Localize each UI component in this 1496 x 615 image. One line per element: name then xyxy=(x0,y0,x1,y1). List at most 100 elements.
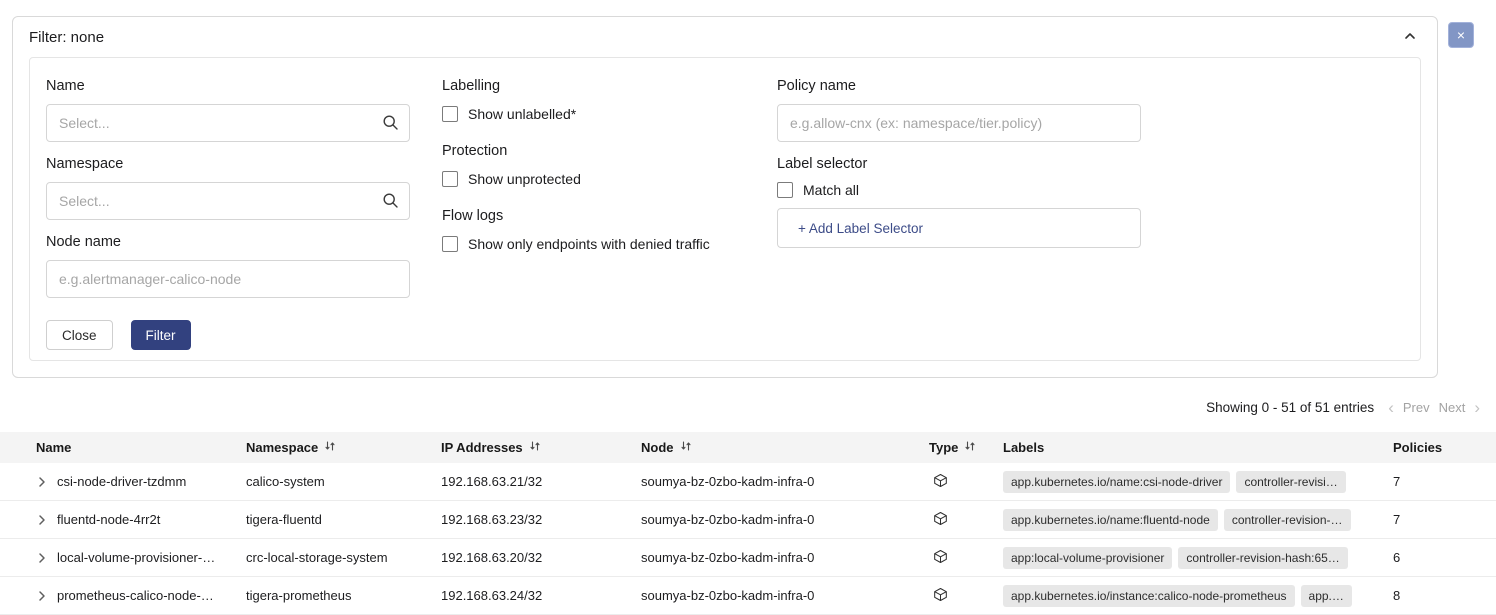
filter-title: Filter: none xyxy=(29,29,104,46)
cell-node: soumya-bz-0zbo-kadm-infra-0 xyxy=(641,474,929,489)
expand-row-icon[interactable] xyxy=(36,552,48,564)
cell-type xyxy=(929,587,1003,605)
collapse-filter-button[interactable] xyxy=(1403,29,1417,46)
expand-row-icon[interactable] xyxy=(36,590,48,602)
filter-actions: Close Filter xyxy=(46,320,410,350)
column-label: Type xyxy=(929,440,958,455)
filter-column-middle: Labelling Show unlabelled* Protection Sh… xyxy=(442,78,782,273)
cell-ip-addresses: 192.168.63.20/32 xyxy=(441,550,641,565)
sort-icon xyxy=(680,440,692,455)
show-unlabelled-label: Show unlabelled* xyxy=(468,106,576,122)
sort-icon xyxy=(324,440,336,455)
add-label-selector-button[interactable]: + Add Label Selector xyxy=(777,208,1141,248)
label-chip: app.kubernetes.io/name:fluentd-node xyxy=(1003,509,1218,531)
close-button[interactable]: Close xyxy=(46,320,113,350)
column-header-name: Name xyxy=(36,440,246,455)
cell-node: soumya-bz-0zbo-kadm-infra-0 xyxy=(641,588,929,603)
cell-name: prometheus-calico-node-… xyxy=(36,588,246,603)
table-row: csi-node-driver-tzdmm calico-system 192.… xyxy=(0,463,1496,501)
cell-namespace: calico-system xyxy=(246,474,441,489)
label-chip: controller-revision-hash:65… xyxy=(1178,547,1347,569)
cell-labels: app.kubernetes.io/name:csi-node-driverco… xyxy=(1003,471,1393,493)
cell-policies: 8 xyxy=(1393,588,1496,603)
node-name-input[interactable] xyxy=(46,260,410,298)
expand-row-icon[interactable] xyxy=(36,476,48,488)
label-chip: controller-revision-… xyxy=(1224,509,1351,531)
expand-row-icon[interactable] xyxy=(36,514,48,526)
show-unlabelled-checkbox[interactable] xyxy=(442,106,458,122)
sort-icon xyxy=(529,440,541,455)
policy-name-input[interactable] xyxy=(777,104,1141,142)
name-label: Name xyxy=(46,78,410,94)
cell-namespace: tigera-prometheus xyxy=(246,588,441,603)
endpoint-name: fluentd-node-4rr2t xyxy=(57,512,160,527)
table-row: local-volume-provisioner-… crc-local-sto… xyxy=(0,539,1496,577)
cell-labels: app.kubernetes.io/instance:calico-node-p… xyxy=(1003,585,1393,607)
label-chip: app.… xyxy=(1301,585,1352,607)
next-button[interactable]: Next xyxy=(1439,400,1466,415)
flow-logs-heading: Flow logs xyxy=(442,208,782,224)
column-header-type[interactable]: Type xyxy=(929,440,1003,455)
label-selector-heading: Label selector xyxy=(777,156,1141,172)
workload-endpoint-icon xyxy=(933,587,948,605)
cell-policies: 7 xyxy=(1393,512,1496,527)
cell-labels: app:local-volume-provisionercontroller-r… xyxy=(1003,547,1393,569)
column-label: Name xyxy=(36,440,71,455)
column-label: Namespace xyxy=(246,440,318,455)
cell-ip-addresses: 192.168.63.21/32 xyxy=(441,474,641,489)
pagination-controls: ‹ Prev Next › xyxy=(1388,399,1480,416)
cell-name: csi-node-driver-tzdmm xyxy=(36,474,246,489)
denied-traffic-checkbox[interactable] xyxy=(442,236,458,252)
match-all-row: Match all xyxy=(777,182,1141,198)
show-unprotected-row: Show unprotected xyxy=(442,171,782,187)
column-header-policies: Policies xyxy=(1393,440,1496,455)
show-unprotected-label: Show unprotected xyxy=(468,171,581,187)
workload-endpoint-icon xyxy=(933,549,948,567)
endpoint-name: csi-node-driver-tzdmm xyxy=(57,474,186,489)
sort-icon xyxy=(964,440,976,455)
column-label: Node xyxy=(641,440,674,455)
protection-heading: Protection xyxy=(442,143,782,159)
chevron-left-icon[interactable]: ‹ xyxy=(1388,399,1394,416)
filter-panel: Filter: none Name Namespace xyxy=(12,16,1438,378)
column-header-ip-addresses[interactable]: IP Addresses xyxy=(441,440,641,455)
close-icon[interactable]: × xyxy=(1448,22,1474,48)
match-all-label: Match all xyxy=(803,182,859,198)
column-label: Labels xyxy=(1003,440,1044,455)
table-body: csi-node-driver-tzdmm calico-system 192.… xyxy=(0,463,1496,615)
policy-name-label: Policy name xyxy=(777,78,1141,94)
match-all-checkbox[interactable] xyxy=(777,182,793,198)
pagination: Showing 0 - 51 of 51 entries ‹ Prev Next… xyxy=(1206,397,1480,417)
column-label: Policies xyxy=(1393,440,1442,455)
filter-button[interactable]: Filter xyxy=(131,320,191,350)
endpoint-name: prometheus-calico-node-… xyxy=(57,588,214,603)
cell-name: local-volume-provisioner-… xyxy=(36,550,246,565)
labelling-heading: Labelling xyxy=(442,78,782,94)
show-unprotected-checkbox[interactable] xyxy=(442,171,458,187)
filter-column-left: Name Namespace Node name Close Filt xyxy=(46,78,410,350)
column-header-labels: Labels xyxy=(1003,440,1393,455)
column-header-node[interactable]: Node xyxy=(641,440,929,455)
cell-type xyxy=(929,549,1003,567)
cell-namespace: crc-local-storage-system xyxy=(246,550,441,565)
filter-card: Name Namespace Node name Close Filt xyxy=(29,57,1421,361)
denied-traffic-label: Show only endpoints with denied traffic xyxy=(468,236,710,252)
namespace-input[interactable] xyxy=(46,182,410,220)
filter-column-right: Policy name Label selector Match all + A… xyxy=(777,78,1141,248)
name-input[interactable] xyxy=(46,104,410,142)
prev-button[interactable]: Prev xyxy=(1403,400,1430,415)
cell-policies: 7 xyxy=(1393,474,1496,489)
column-label: IP Addresses xyxy=(441,440,523,455)
label-chip: app.kubernetes.io/instance:calico-node-p… xyxy=(1003,585,1295,607)
cell-namespace: tigera-fluentd xyxy=(246,512,441,527)
column-header-namespace[interactable]: Namespace xyxy=(246,440,441,455)
cell-ip-addresses: 192.168.63.24/32 xyxy=(441,588,641,603)
table-row: prometheus-calico-node-… tigera-promethe… xyxy=(0,577,1496,615)
show-unlabelled-row: Show unlabelled* xyxy=(442,106,782,122)
cell-labels: app.kubernetes.io/name:fluentd-node contr… xyxy=(1003,509,1393,531)
chevron-right-icon[interactable]: › xyxy=(1474,399,1480,416)
label-chip: app.kubernetes.io/name:csi-node-driver xyxy=(1003,471,1230,493)
table-header: Name Namespace IP Addresses Node Type xyxy=(0,432,1496,463)
endpoint-name: local-volume-provisioner-… xyxy=(57,550,215,565)
filter-panel-header: Filter: none xyxy=(13,17,1437,57)
